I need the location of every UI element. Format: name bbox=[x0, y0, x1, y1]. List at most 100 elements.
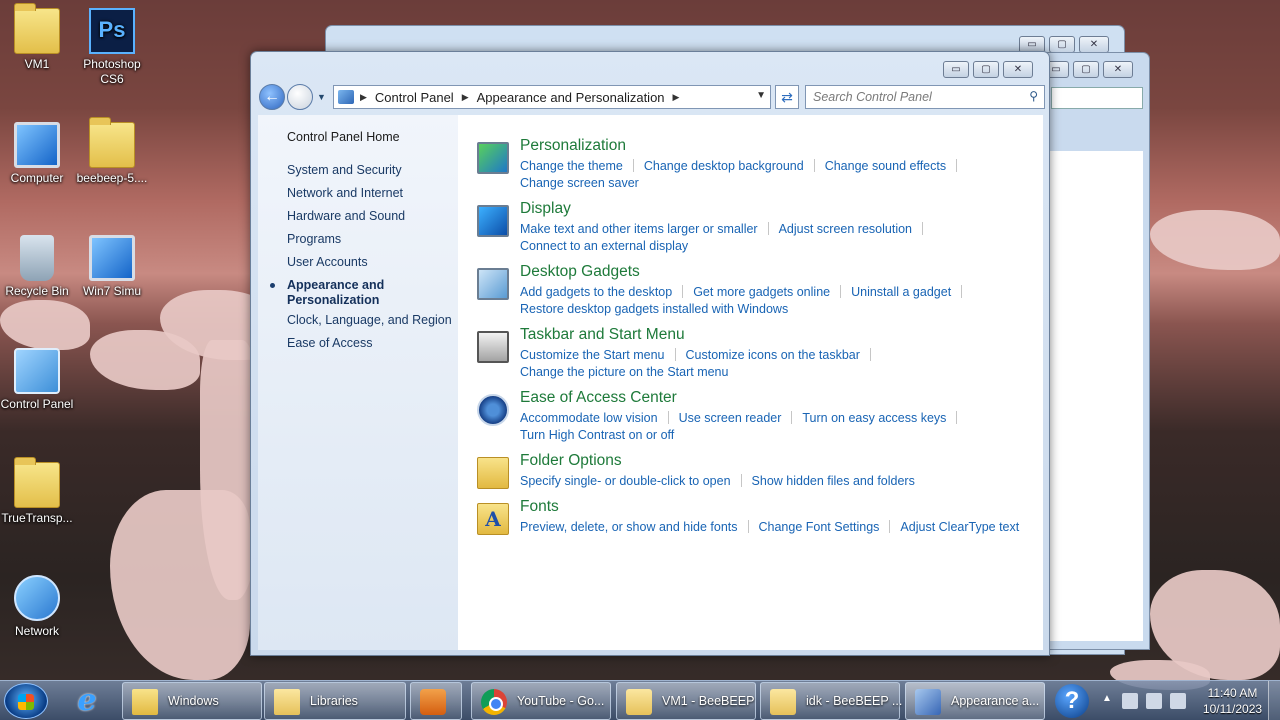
category-title[interactable]: Fonts bbox=[520, 498, 559, 516]
background-search-box[interactable] bbox=[1051, 87, 1143, 109]
search-input[interactable]: Search Control Panel ⚲ bbox=[805, 85, 1045, 109]
link-get-more-gadgets[interactable]: Get more gadgets online bbox=[693, 285, 830, 299]
forward-arrow-icon[interactable] bbox=[287, 84, 313, 110]
link-high-contrast[interactable]: Turn High Contrast on or off bbox=[520, 428, 674, 442]
nav-control-panel-home[interactable]: Control Panel Home bbox=[287, 130, 400, 145]
recent-pages-chevron-icon[interactable]: ▼ bbox=[317, 92, 326, 102]
desktop-icon-label: beebeep-5.... bbox=[76, 171, 148, 185]
start-button-icon[interactable] bbox=[4, 683, 48, 719]
category-links: Preview, delete, or show and hide fonts C… bbox=[520, 519, 1040, 536]
show-hidden-icons-chevron-icon[interactable]: ▲ bbox=[1102, 693, 1112, 704]
category-title[interactable]: Display bbox=[520, 200, 571, 218]
breadcrumb-arrow-icon[interactable]: ▶ bbox=[673, 92, 680, 103]
category-title[interactable]: Personalization bbox=[520, 137, 626, 155]
link-change-theme[interactable]: Change the theme bbox=[520, 159, 623, 173]
folder-icon bbox=[14, 457, 60, 508]
category-title[interactable]: Ease of Access Center bbox=[520, 389, 677, 407]
taskbar-item-media-player[interactable] bbox=[410, 682, 462, 720]
breadcrumb-appearance[interactable]: Appearance and Personalization bbox=[477, 90, 665, 105]
clock[interactable]: 11:40 AM 10/11/2023 bbox=[1195, 685, 1270, 717]
desktop-icon-computer[interactable]: Computer bbox=[0, 122, 74, 186]
refresh-icon[interactable]: ⇄ bbox=[775, 85, 799, 109]
link-change-desktop-background[interactable]: Change desktop background bbox=[644, 159, 804, 173]
taskbar-item-windows[interactable]: Windows bbox=[122, 682, 262, 720]
link-screen-reader[interactable]: Use screen reader bbox=[679, 411, 782, 425]
category-title[interactable]: Desktop Gadgets bbox=[520, 263, 640, 281]
desktop-icon-beebeep[interactable]: beebeep-5.... bbox=[75, 117, 149, 186]
desktop-icon-vm1[interactable]: VM1 bbox=[0, 3, 74, 72]
close-button[interactable]: ✕ bbox=[1003, 61, 1033, 78]
computer-icon bbox=[14, 122, 60, 168]
taskbar-item-libraries[interactable]: Libraries bbox=[264, 682, 406, 720]
photoshop-icon: Ps bbox=[89, 8, 135, 54]
nav-ease-of-access[interactable]: Ease of Access bbox=[287, 336, 372, 351]
back-arrow-icon[interactable]: ← bbox=[259, 84, 285, 110]
action-center-icon[interactable] bbox=[1122, 693, 1138, 709]
network-tray-icon[interactable] bbox=[1146, 693, 1162, 709]
chrome-icon bbox=[481, 689, 507, 715]
link-low-vision[interactable]: Accommodate low vision bbox=[520, 411, 658, 425]
minimize-button[interactable]: ▭ bbox=[943, 61, 969, 78]
category-links: Make text and other items larger or smal… bbox=[520, 221, 1040, 255]
link-customize-taskbar-icons[interactable]: Customize icons on the taskbar bbox=[686, 348, 860, 362]
nav-network-internet[interactable]: Network and Internet bbox=[287, 186, 403, 201]
close-button[interactable]: ✕ bbox=[1079, 36, 1109, 53]
category-title[interactable]: Folder Options bbox=[520, 452, 622, 470]
link-easy-access-keys[interactable]: Turn on easy access keys bbox=[802, 411, 946, 425]
desktop-icon-win7-simu[interactable]: Win7 Simu bbox=[75, 235, 149, 299]
taskbar-item-idk-beebeep[interactable]: idk - BeeBEEP ... bbox=[760, 682, 902, 720]
link-change-font-settings[interactable]: Change Font Settings bbox=[759, 520, 880, 534]
taskbar-item-vm1-beebeep[interactable]: VM1 - BeeBEEP bbox=[616, 682, 756, 720]
link-screen-resolution[interactable]: Adjust screen resolution bbox=[779, 222, 912, 236]
category-links: Change the theme Change desktop backgroun… bbox=[520, 158, 1040, 192]
link-external-display[interactable]: Connect to an external display bbox=[520, 239, 688, 253]
taskbar-item-label: VM1 - BeeBEEP bbox=[662, 694, 755, 708]
taskbar-item-appearance[interactable]: Appearance a... bbox=[905, 682, 1045, 720]
link-preview-fonts[interactable]: Preview, delete, or show and hide fonts bbox=[520, 520, 738, 534]
breadcrumb-control-panel[interactable]: Control Panel bbox=[375, 90, 454, 105]
taskbar-item-label: Libraries bbox=[310, 694, 358, 708]
internet-explorer-icon[interactable]: e bbox=[70, 685, 104, 717]
nav-clock-language-region[interactable]: Clock, Language, and Region bbox=[287, 313, 452, 328]
maximize-button[interactable]: ▢ bbox=[1049, 36, 1075, 53]
breadcrumb-arrow-icon[interactable]: ▶ bbox=[462, 92, 469, 103]
address-bar[interactable]: ▶ Control Panel ▶ Appearance and Persona… bbox=[333, 85, 771, 109]
link-restore-gadgets[interactable]: Restore desktop gadgets installed with W… bbox=[520, 302, 788, 316]
taskbar-icon bbox=[477, 331, 509, 363]
help-icon[interactable]: ? bbox=[1055, 684, 1089, 718]
category-title[interactable]: Taskbar and Start Menu bbox=[520, 326, 685, 344]
maximize-button[interactable]: ▢ bbox=[973, 61, 999, 78]
show-desktop-button[interactable] bbox=[1268, 681, 1280, 720]
breadcrumb-arrow-icon[interactable]: ▶ bbox=[360, 92, 367, 103]
nav-user-accounts[interactable]: User Accounts bbox=[287, 255, 368, 270]
desktop-icon-recycle-bin[interactable]: Recycle Bin bbox=[0, 235, 74, 299]
link-change-start-picture[interactable]: Change the picture on the Start menu bbox=[520, 365, 728, 379]
desktop-icon-control-panel[interactable]: Control Panel bbox=[0, 348, 74, 412]
desktop-icon-truetransp[interactable]: TrueTransp... bbox=[0, 457, 74, 526]
link-change-screen-saver[interactable]: Change screen saver bbox=[520, 176, 639, 190]
desktop-icon-label: TrueTransp... bbox=[1, 511, 73, 525]
link-add-gadgets[interactable]: Add gadgets to the desktop bbox=[520, 285, 672, 299]
background-window-2[interactable]: ▭ ▢ ✕ bbox=[1040, 52, 1150, 650]
link-uninstall-gadget[interactable]: Uninstall a gadget bbox=[851, 285, 951, 299]
close-button[interactable]: ✕ bbox=[1103, 61, 1133, 78]
fonts-icon: A bbox=[477, 503, 509, 535]
link-text-size[interactable]: Make text and other items larger or smal… bbox=[520, 222, 758, 236]
maximize-button[interactable]: ▢ bbox=[1073, 61, 1099, 78]
link-single-double-click[interactable]: Specify single- or double-click to open bbox=[520, 474, 731, 488]
taskbar-item-youtube[interactable]: YouTube - Go... bbox=[471, 682, 611, 720]
control-panel-window: ▭ ▢ ✕ ← ▼ ▶ Control Panel ▶ Appearance a… bbox=[250, 51, 1050, 656]
nav-system-security[interactable]: System and Security bbox=[287, 163, 402, 178]
volume-muted-icon[interactable] bbox=[1170, 693, 1186, 709]
desktop-icon-photoshop[interactable]: Ps Photoshop CS6 bbox=[75, 8, 149, 87]
link-customize-start-menu[interactable]: Customize the Start menu bbox=[520, 348, 665, 362]
link-adjust-cleartype[interactable]: Adjust ClearType text bbox=[900, 520, 1019, 534]
address-dropdown-icon[interactable]: ▼ bbox=[756, 90, 766, 101]
link-show-hidden-files[interactable]: Show hidden files and folders bbox=[752, 474, 915, 488]
search-icon[interactable]: ⚲ bbox=[1029, 89, 1038, 103]
desktop-icon-network[interactable]: Network bbox=[0, 575, 74, 639]
link-change-sound-effects[interactable]: Change sound effects bbox=[825, 159, 946, 173]
taskbar-item-label: YouTube - Go... bbox=[517, 694, 605, 708]
nav-programs[interactable]: Programs bbox=[287, 232, 341, 247]
nav-hardware-sound[interactable]: Hardware and Sound bbox=[287, 209, 405, 224]
